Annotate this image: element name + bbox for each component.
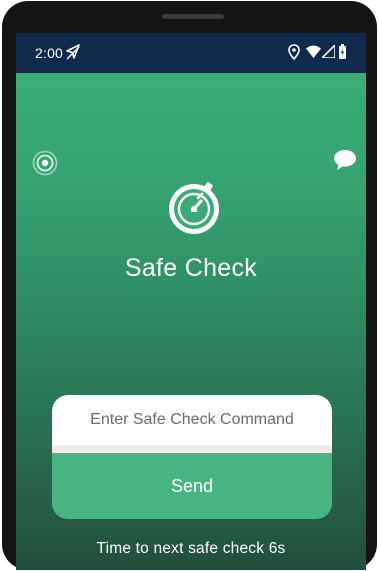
radar-icon[interactable] [32, 150, 58, 176]
safe-check-timer-icon [169, 182, 219, 234]
command-card: Send [52, 395, 332, 519]
app-title: Safe Check [124, 254, 258, 282]
safe-check-countdown: Time to next safe check 6s [96, 540, 286, 557]
input-divider [52, 445, 332, 453]
wifi-icon [306, 45, 321, 58]
navigation-arrow-icon [66, 44, 80, 60]
safe-check-command-input[interactable] [52, 395, 332, 445]
phone-frame: 2:00 Safe Check Enter Safe Check Command… [2, 1, 377, 570]
status-time: 2:00 [35, 45, 64, 61]
app-screen: 2:00 Safe Check Enter Safe Check Command… [16, 33, 366, 570]
chat-bubble-icon[interactable] [332, 148, 358, 172]
signal-icon [322, 45, 335, 58]
battery-icon [339, 44, 346, 59]
location-pin-icon [288, 44, 300, 60]
speaker-grille [162, 14, 224, 19]
send-button[interactable]: Send [52, 453, 332, 519]
status-bar: 2:00 [16, 33, 366, 73]
